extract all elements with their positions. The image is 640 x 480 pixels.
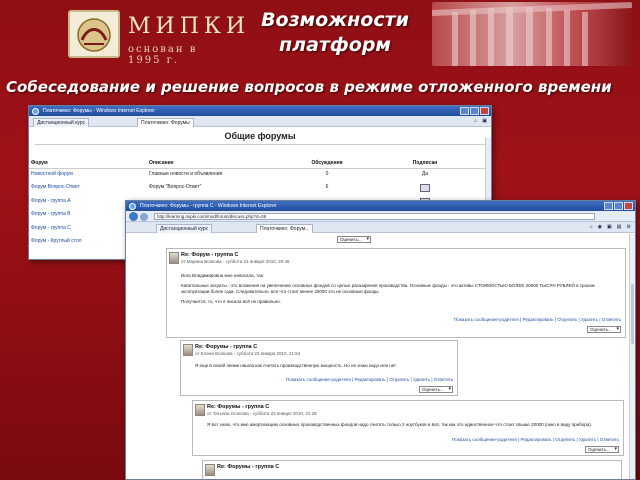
feed-icon[interactable]: ◉: [598, 224, 602, 230]
post-text: Капитальные затраты - это вложения на ув…: [181, 283, 595, 294]
rating-select[interactable]: Оценить...: [337, 236, 371, 243]
forum-discussions: 6: [325, 184, 329, 190]
address-bar: http://learning.mipki.com/mod/forum/disc…: [126, 211, 635, 222]
print-icon[interactable]: ▣: [482, 118, 487, 124]
post-author-date: от Марина Волкова - суббота 23 января 20…: [181, 259, 290, 264]
col-description: Описание: [147, 158, 297, 169]
maximize-button[interactable]: [470, 107, 479, 115]
forum-description: Форум "Вопрос-Ответ": [149, 184, 202, 190]
rating-select[interactable]: Оценить...: [419, 386, 453, 393]
forum-post: Re: Форум - группа С от Марина Волкова -…: [166, 248, 626, 338]
back-icon[interactable]: [129, 212, 138, 221]
table-row: Форум Вопрос-Ответ Форум "Вопрос-Ответ" …: [29, 182, 491, 196]
ie-icon: [129, 203, 136, 210]
tab-forum[interactable]: Платочкино: Форум...: [256, 224, 314, 233]
post-author-date: от Елена Волкова - суббота 23 января 201…: [195, 351, 301, 356]
forum-description: Главные новости и объявления: [149, 171, 223, 177]
post-text-2: Получается, то, что я писала всё не прав…: [181, 299, 281, 304]
forums-heading: Общие форумы: [224, 131, 296, 141]
home-icon[interactable]: ⌂: [590, 224, 593, 230]
post-subject: Re: Форумы - группа С: [207, 404, 270, 410]
window-titlebar: Платочкино: Форумы - Windows Internet Ex…: [29, 106, 491, 116]
post-actions[interactable]: Показать сообщение-родителя | Редактиров…: [452, 437, 619, 442]
minimize-button[interactable]: [604, 202, 613, 210]
post-subject: Re: Форумы - группа С: [195, 344, 258, 350]
url-input[interactable]: http://learning.mipki.com/mod/forum/disc…: [154, 213, 595, 220]
scrollbar-thumb[interactable]: [631, 284, 634, 344]
col-subscribed: Подписан: [357, 158, 491, 169]
forum-subscribed: Да: [421, 171, 429, 177]
forward-icon[interactable]: [140, 213, 148, 221]
tab-course[interactable]: Дистанционный курс: [156, 224, 213, 233]
page-subtitle: Собеседование и решение вопросов в режим…: [6, 78, 612, 96]
rating-select[interactable]: Оценить...: [585, 446, 619, 453]
building-photo: [432, 2, 632, 66]
post-header: Re: Форумы - группа С: [217, 464, 279, 470]
forum-discussions: 0: [325, 171, 329, 177]
post-header: Re: Форум - группа С от Марина Волкова -…: [181, 252, 289, 264]
post-subject: Re: Форум - группа С: [181, 252, 239, 258]
col-discussions: Обсуждения: [297, 158, 357, 169]
forum-post: Re: Форумы - группа С: [202, 460, 622, 479]
post-body: Инга Владимировна мне написала, так: Кап…: [181, 273, 617, 305]
forum-post: Re: Форумы - группа С от Татьяна Осипова…: [192, 400, 624, 456]
avatar: [169, 252, 179, 264]
ie-icon: [32, 108, 39, 115]
window-title: Платочкино: Форумы - группа С - Windows …: [140, 203, 277, 209]
tab-bar: Дистанционный курс Платочкино: Форумы ⌂ …: [29, 116, 491, 127]
post-text: Я еще в своей линии нашла как считать пр…: [195, 363, 397, 368]
avatar: [195, 404, 205, 416]
tools-menu-icon[interactable]: ⚙: [627, 224, 631, 230]
scrollbar[interactable]: [629, 234, 635, 479]
page-title: Возможности платформ: [261, 9, 409, 56]
avatar: [183, 344, 193, 356]
tab-course[interactable]: Дистанционный курс: [33, 118, 90, 127]
minimize-button[interactable]: [460, 107, 469, 115]
forum-post: Re: Форумы - группа С от Елена Волкова -…: [180, 340, 458, 396]
logo-name: МИПКИ: [128, 14, 251, 39]
forum-link[interactable]: Форум Вопрос-Ответ: [29, 182, 147, 196]
home-icon[interactable]: ⌂: [474, 118, 477, 124]
post-header: Re: Форумы - группа С от Елена Волкова -…: [195, 344, 300, 356]
tab-bar: Дистанционный курс Платочкино: Форум... …: [126, 222, 635, 233]
post-actions[interactable]: Показать сообщение-родителя | Редактиров…: [286, 377, 453, 382]
table-row: Новостной форум Главные новости и объявл…: [29, 169, 491, 183]
print-icon[interactable]: ▣: [607, 224, 612, 230]
subscribe-toggle-button[interactable]: [420, 184, 430, 192]
post-quote: Инга Владимировна мне написала, так:: [181, 273, 264, 278]
col-forum: Форум: [29, 158, 147, 169]
mipki-logo: МИПКИ основан в 1995 г.: [68, 10, 245, 66]
divider: [35, 144, 485, 145]
discussion-browser-window: Платочкино: Форумы - группа С - Windows …: [125, 200, 636, 480]
close-button[interactable]: [624, 202, 633, 210]
post-header: Re: Форумы - группа С от Татьяна Осипова…: [207, 404, 317, 416]
logo-founded: основан в 1995 г.: [128, 44, 198, 66]
maximize-button[interactable]: [614, 202, 623, 210]
close-button[interactable]: [480, 107, 489, 115]
window-titlebar: Платочкино: Форумы - группа С - Windows …: [126, 201, 635, 211]
tab-forums[interactable]: Платочкино: Форумы: [137, 118, 194, 127]
page-menu-icon[interactable]: ▤: [617, 224, 622, 230]
window-title: Платочкино: Форумы - Windows Internet Ex…: [43, 108, 155, 114]
avatar: [205, 464, 215, 476]
post-actions[interactable]: Показать сообщение-родителя | Редактиров…: [454, 317, 621, 322]
post-text: Я вот знаю, что мне амортизацию основных…: [207, 422, 592, 427]
post-author-date: от Татьяна Осипова - суббота 23 января 2…: [207, 411, 317, 416]
logo-emblem-icon: [68, 10, 120, 58]
rating-select[interactable]: Оценить...: [587, 326, 621, 333]
discussion-content: Оценить... Re: Форум - группа С от Марин…: [126, 234, 635, 479]
post-subject: Re: Форумы - группа С: [217, 464, 280, 470]
forum-link[interactable]: Новостной форум: [29, 169, 147, 183]
